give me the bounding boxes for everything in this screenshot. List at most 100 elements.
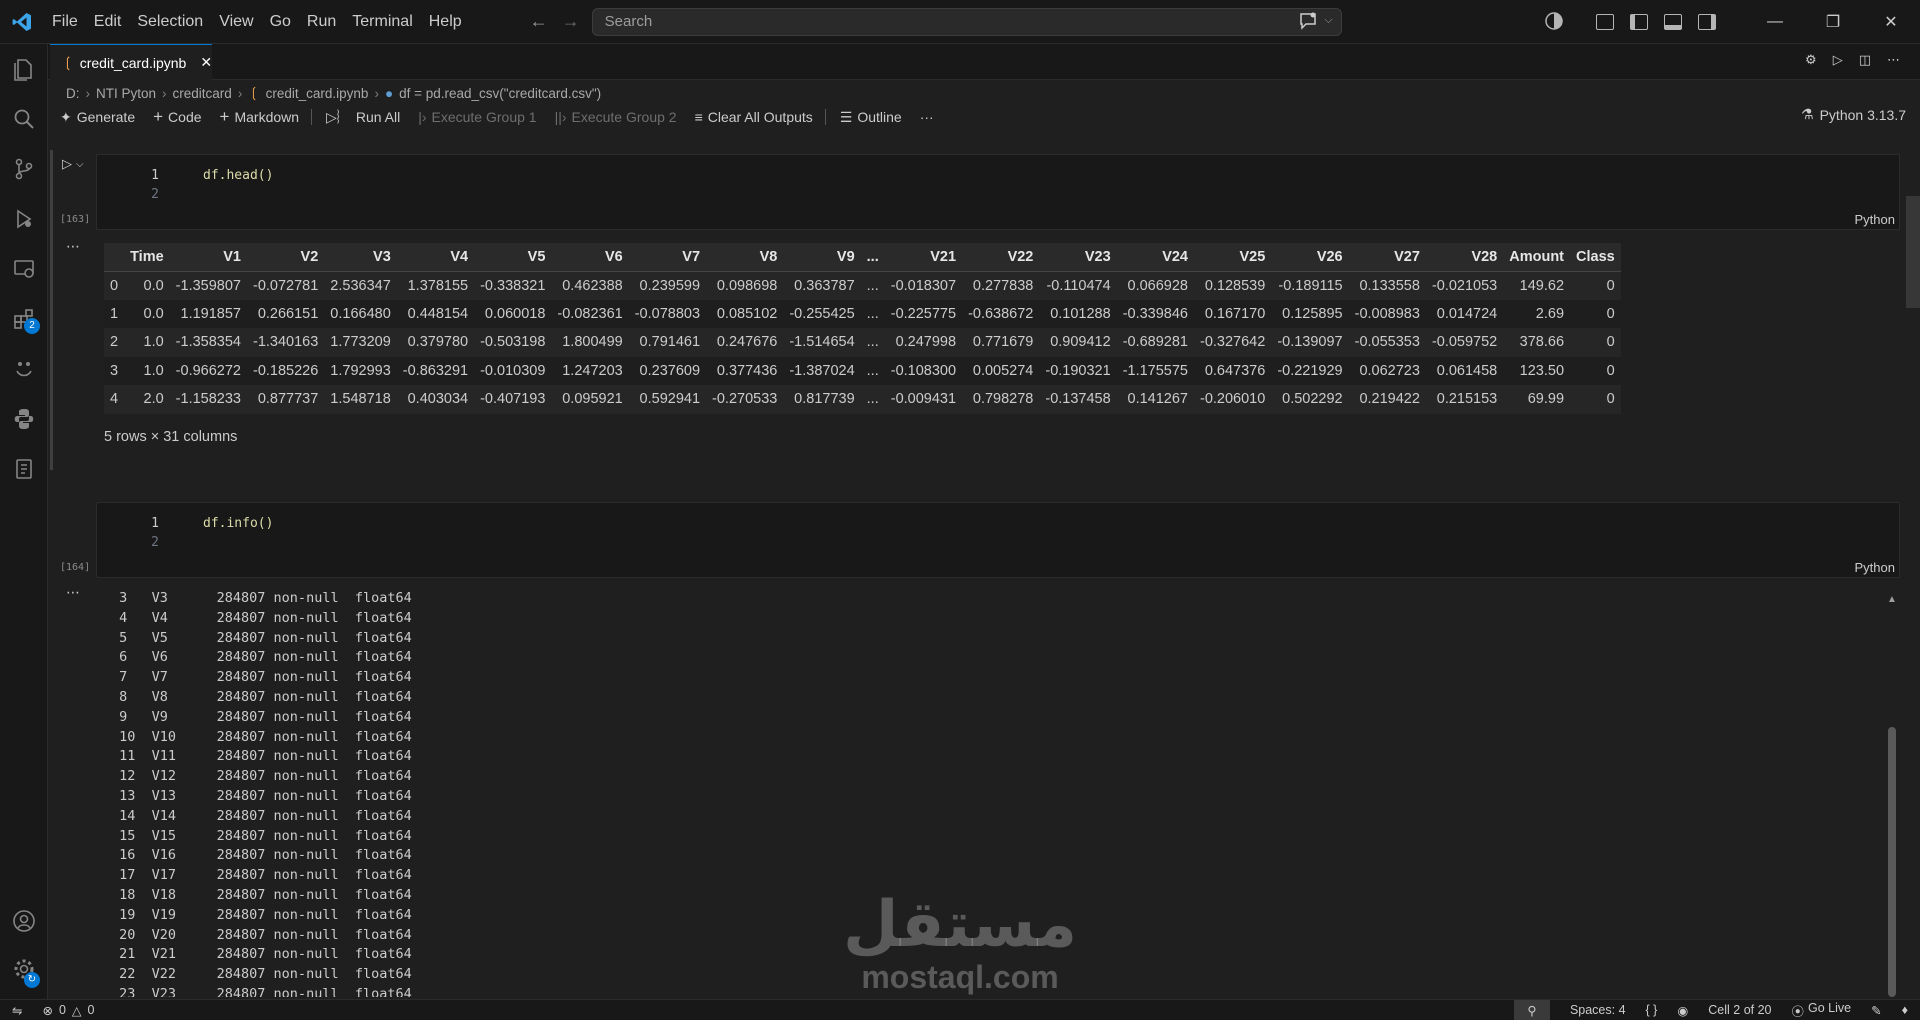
zoom-icon[interactable]: ⚲ bbox=[1513, 1000, 1550, 1020]
table-cell: -1.359807 bbox=[175, 277, 241, 294]
cell-focus-rail bbox=[50, 150, 53, 470]
menu-run[interactable]: Run bbox=[299, 0, 344, 44]
remote-explorer-icon[interactable] bbox=[0, 244, 48, 294]
close-tab-icon[interactable]: ✕ bbox=[200, 54, 212, 71]
menu-selection[interactable]: Selection bbox=[129, 0, 211, 44]
execute-group-2-button[interactable]: ||› Execute Group 2 bbox=[555, 109, 677, 125]
back-arrow-icon[interactable]: ← bbox=[530, 11, 548, 32]
table-cell: -0.008983 bbox=[1354, 305, 1420, 322]
column-header: V23 bbox=[1084, 248, 1111, 265]
accounts-icon[interactable] bbox=[1544, 11, 1564, 34]
breadcrumb-cell[interactable]: df = pd.read_csv("creditcard.csv") bbox=[399, 86, 601, 101]
feedback-icon[interactable]: ✎ bbox=[1871, 1003, 1881, 1018]
remote-indicator-icon[interactable]: ⇋ bbox=[12, 1003, 22, 1018]
tab-credit-card-notebook[interactable]: ❲ credit_card.ipynb ✕ bbox=[50, 44, 212, 80]
split-editor-icon[interactable]: ◫ bbox=[1859, 52, 1871, 68]
minimize-window-icon[interactable]: — bbox=[1746, 0, 1804, 44]
code-text: df.info() bbox=[203, 516, 274, 531]
add-markdown-cell-button[interactable]: + Markdown bbox=[220, 107, 300, 127]
extensions-icon[interactable]: 2 bbox=[0, 294, 48, 344]
breadcrumb-drive[interactable]: D: bbox=[66, 86, 80, 101]
table-cell: -0.010309 bbox=[480, 362, 546, 379]
execute-group-1-button[interactable]: |› Execute Group 1 bbox=[418, 109, 536, 125]
breadcrumb-folder-nti[interactable]: NTI Pyton bbox=[96, 86, 156, 101]
notifications-bell-icon[interactable]: ♦ bbox=[1902, 1003, 1908, 1017]
column-header: V27 bbox=[1394, 248, 1420, 265]
menu-help[interactable]: Help bbox=[421, 0, 470, 44]
restore-window-icon[interactable]: ❐ bbox=[1804, 0, 1862, 44]
search-icon[interactable] bbox=[0, 94, 48, 144]
braces-status[interactable]: { } bbox=[1646, 1003, 1658, 1017]
source-control-icon[interactable] bbox=[0, 144, 48, 194]
cell-position[interactable]: Cell 2 of 20 bbox=[1708, 1003, 1771, 1017]
more-toolbar-button[interactable]: ··· bbox=[920, 109, 934, 125]
output-actions-icon[interactable]: ⋯ bbox=[66, 238, 81, 255]
run-notebook-icon[interactable]: ▷ bbox=[1833, 52, 1843, 68]
navigation-arrows: ← → bbox=[530, 11, 580, 32]
outline-button[interactable]: ☰ Outline bbox=[840, 109, 902, 126]
table-cell: 0.167170 bbox=[1204, 305, 1266, 322]
menu-view[interactable]: View bbox=[211, 0, 261, 44]
toggle-panel-icon[interactable] bbox=[1664, 14, 1682, 30]
breadcrumb: D: › NTI Pyton › creditcard › ❲ credit_c… bbox=[66, 82, 601, 104]
table-cell: 0.909412 bbox=[1050, 334, 1111, 351]
testing-icon[interactable] bbox=[0, 344, 48, 394]
jupyter-icon[interactable] bbox=[0, 444, 48, 494]
error-count[interactable]: 0 bbox=[59, 1003, 66, 1017]
output-scrollbar[interactable] bbox=[1888, 727, 1896, 997]
info-line: 17 V17 284807 non-null float64 bbox=[111, 867, 412, 884]
notebook-file-icon: ❲ bbox=[62, 54, 74, 70]
output-actions-icon[interactable]: ⋯ bbox=[66, 584, 81, 601]
warning-count[interactable]: 0 bbox=[88, 1003, 95, 1017]
cell-language[interactable]: Python bbox=[1855, 212, 1895, 227]
menu-go[interactable]: Go bbox=[262, 0, 299, 44]
cell-language[interactable]: Python bbox=[1855, 560, 1895, 575]
clear-all-outputs-button[interactable]: ≡ Clear All Outputs bbox=[695, 109, 813, 125]
manage-gear-icon[interactable]: ↻ bbox=[0, 944, 48, 994]
table-cell: 0.448154 bbox=[407, 305, 469, 322]
menu-edit[interactable]: Edit bbox=[86, 0, 130, 44]
run-all-button[interactable]: ▷︴ Run All bbox=[326, 107, 400, 127]
notebook-file-icon: ❲ bbox=[248, 85, 260, 100]
indentation-status[interactable]: Spaces: 4 bbox=[1570, 1003, 1626, 1017]
customize-layout-icon[interactable] bbox=[1596, 14, 1614, 30]
toggle-primary-sidebar-icon[interactable] bbox=[1630, 14, 1648, 30]
table-cell: 378.66 bbox=[1519, 334, 1565, 351]
generate-button[interactable]: ✦ Generate bbox=[60, 109, 135, 126]
line-number: 2 bbox=[151, 187, 159, 202]
table-cell: 0.098698 bbox=[716, 277, 778, 294]
add-code-cell-button[interactable]: + Code bbox=[153, 107, 201, 127]
chevron-right-icon: › bbox=[237, 85, 243, 101]
table-cell: -0.055353 bbox=[1354, 334, 1420, 351]
go-live-button[interactable]: ⦿ Go Live bbox=[1792, 1001, 1852, 1020]
close-window-icon[interactable]: ✕ bbox=[1862, 0, 1920, 44]
search-input[interactable]: Search ⌵ bbox=[591, 7, 1342, 36]
run-and-debug-icon[interactable] bbox=[0, 194, 48, 244]
menu-file[interactable]: File bbox=[44, 0, 86, 44]
table-cell: ... bbox=[866, 391, 879, 408]
python-icon[interactable] bbox=[0, 394, 48, 444]
breadcrumb-folder-creditcard[interactable]: creditcard bbox=[173, 86, 232, 101]
more-actions-icon[interactable]: ⋯ bbox=[1887, 52, 1900, 68]
toggle-secondary-sidebar-icon[interactable] bbox=[1698, 14, 1716, 30]
code-cell-info[interactable]: 1 df.info() 2 Python bbox=[96, 502, 1900, 578]
kernel-picker[interactable]: ⚗ Python 3.13.7 bbox=[1801, 106, 1906, 123]
account-icon[interactable] bbox=[0, 896, 48, 946]
table-cell: ... bbox=[866, 305, 879, 322]
sparkle-icon: ✦ bbox=[60, 108, 72, 125]
explorer-icon[interactable] bbox=[0, 44, 48, 94]
notebook-settings-gear-icon[interactable]: ⚙ bbox=[1805, 52, 1817, 68]
copilot-status-icon[interactable]: ◉ bbox=[1677, 1003, 1688, 1018]
breadcrumb-file[interactable]: credit_card.ipynb bbox=[266, 86, 369, 101]
notebook-scrollbar[interactable] bbox=[1906, 196, 1920, 308]
forward-arrow-icon[interactable]: → bbox=[562, 11, 580, 32]
menu-terminal[interactable]: Terminal bbox=[344, 0, 420, 44]
run-cell-button[interactable]: ▷ ⌵ bbox=[62, 154, 90, 174]
copilot-chat-button[interactable]: ⌵ bbox=[1298, 12, 1333, 30]
row-index: 3 bbox=[110, 362, 119, 379]
table-cell: -0.190321 bbox=[1045, 362, 1111, 379]
scroll-up-arrow-icon[interactable]: ▲ bbox=[1887, 594, 1897, 605]
code-cell-head[interactable]: 1 df.head() 2 Python bbox=[96, 154, 1900, 230]
line-number: 1 bbox=[151, 516, 159, 531]
table-cell: 0.647376 bbox=[1204, 362, 1266, 379]
